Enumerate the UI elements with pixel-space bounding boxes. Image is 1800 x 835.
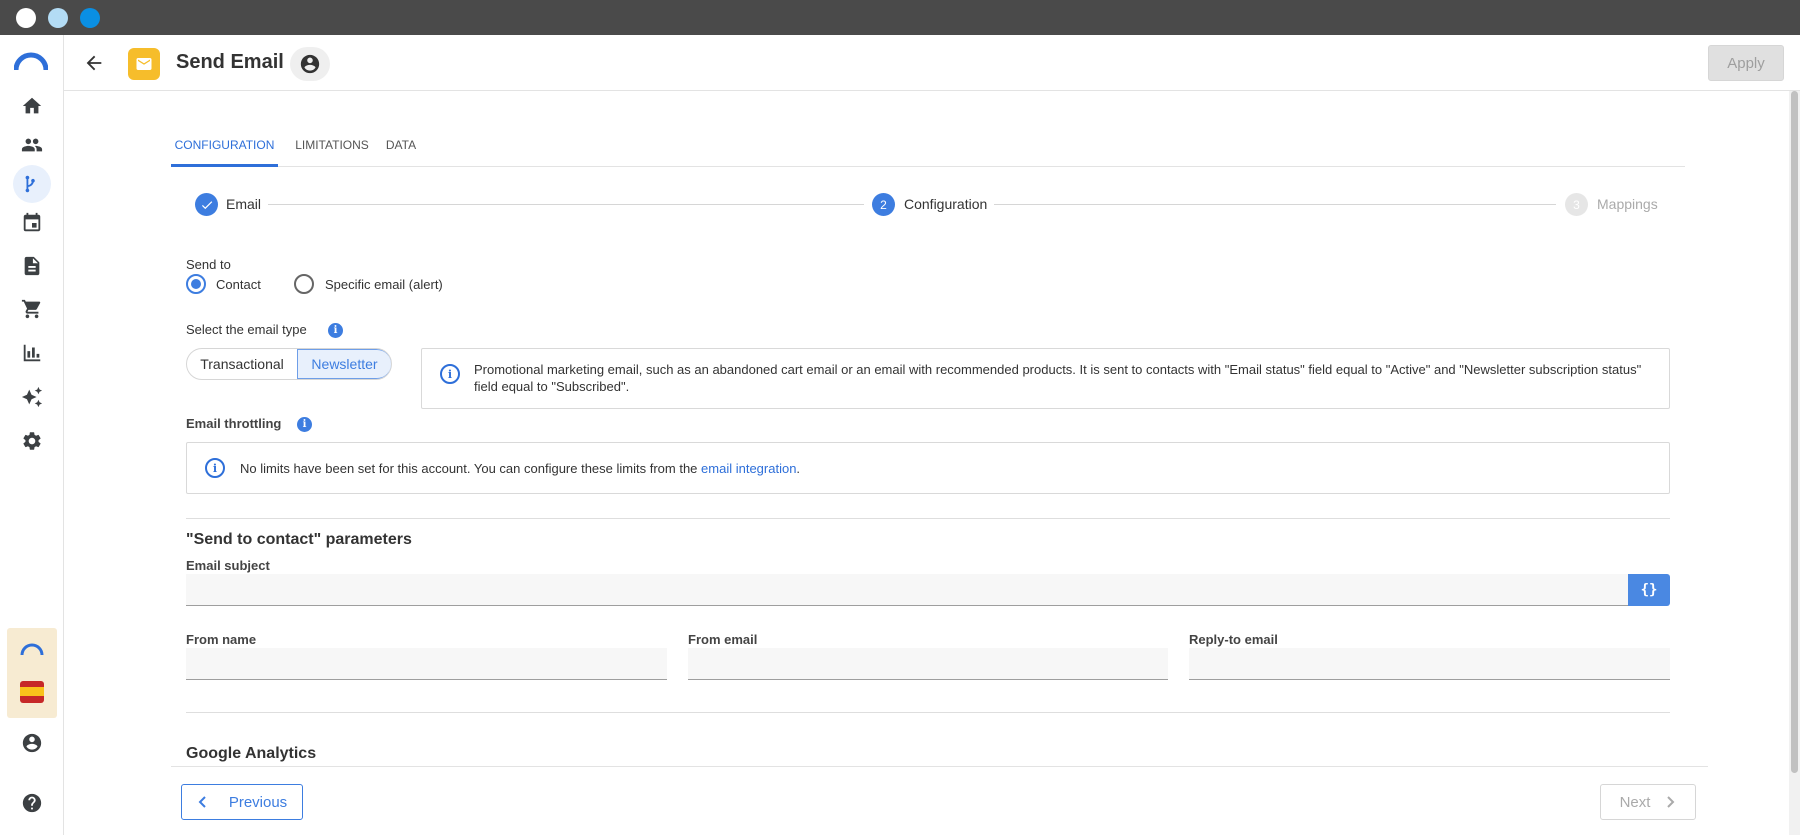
radio-contact-label[interactable]: Contact — [216, 277, 261, 292]
people-icon[interactable] — [20, 133, 44, 157]
from-name-input[interactable] — [186, 648, 667, 680]
send-to-label: Send to — [186, 257, 231, 272]
reply-to-email-input[interactable] — [1189, 648, 1670, 680]
footer-divider — [171, 766, 1708, 767]
throttling-info-icon[interactable]: i — [297, 417, 312, 432]
workflow-icon[interactable] — [13, 165, 51, 203]
window-close-dot[interactable] — [16, 8, 36, 28]
tab-limitations[interactable]: LIMITATIONS — [287, 128, 377, 167]
sidebar — [0, 35, 64, 835]
email-type-label: Select the email type — [186, 322, 307, 337]
step-mappings-circle: 3 — [1565, 193, 1588, 216]
throttling-info-text: No limits have been set for this account… — [240, 460, 800, 477]
previous-button-label: Previous — [228, 793, 288, 811]
chart-icon[interactable] — [20, 341, 44, 365]
account-logo-icon — [20, 643, 44, 656]
sparkle-icon[interactable] — [20, 385, 44, 409]
send-to-contact-params-title: "Send to contact" parameters — [186, 531, 412, 548]
check-icon — [201, 200, 212, 209]
window-titlebar — [0, 0, 1800, 35]
next-button-label: Next — [1619, 793, 1651, 811]
cart-icon[interactable] — [20, 297, 44, 321]
gear-icon[interactable] — [20, 429, 44, 453]
newsletter-info-box: i Promotional marketing email, such as a… — [421, 348, 1670, 409]
email-type-newsletter[interactable]: Newsletter — [297, 349, 391, 379]
calendar-icon[interactable] — [20, 211, 44, 235]
brand-logo-icon[interactable] — [14, 50, 48, 72]
scrollbar[interactable] — [1789, 91, 1800, 835]
insert-variable-button[interactable]: {} — [1628, 574, 1670, 606]
email-subject-label: Email subject — [186, 558, 270, 573]
throttling-info-message: No limits have been set for this account… — [240, 461, 698, 476]
newsletter-info-text: Promotional marketing email, such as an … — [474, 362, 1642, 394]
throttling-info-box: i No limits have been set for this accou… — [186, 442, 1670, 494]
home-icon[interactable] — [20, 94, 44, 118]
back-button[interactable] — [81, 50, 107, 76]
radio-contact[interactable] — [186, 274, 206, 294]
tab-configuration[interactable]: CONFIGURATION — [171, 128, 278, 167]
step-configuration-label[interactable]: Configuration — [904, 196, 987, 212]
reply-to-email-label: Reply-to email — [1189, 632, 1278, 647]
step-email-label[interactable]: Email — [226, 196, 261, 212]
next-button[interactable]: Next — [1600, 784, 1696, 820]
step-email-done-circle[interactable] — [195, 193, 218, 216]
step-mappings-label: Mappings — [1597, 196, 1658, 212]
window-maximize-dot[interactable] — [80, 8, 100, 28]
email-type-info-icon[interactable]: i — [328, 323, 343, 338]
account-switcher[interactable] — [7, 628, 57, 718]
from-name-label: From name — [186, 632, 257, 647]
email-type-transactional[interactable]: Transactional — [187, 349, 297, 379]
section-divider — [186, 518, 1670, 519]
throttling-info-suffix: . — [796, 461, 801, 476]
user-chip[interactable] — [290, 47, 330, 81]
section-divider — [186, 712, 1670, 713]
page-title: Send Email — [176, 51, 284, 73]
apply-button[interactable]: Apply — [1708, 45, 1784, 81]
info-icon: i — [205, 458, 225, 478]
arrow-back-icon — [86, 55, 102, 71]
tab-bar: CONFIGURATION LIMITATIONS DATA — [171, 128, 1685, 167]
window-minimize-dot[interactable] — [48, 8, 68, 28]
document-icon[interactable] — [20, 254, 44, 278]
radio-specific-email[interactable] — [294, 274, 314, 294]
tab-data[interactable]: DATA — [377, 128, 425, 167]
from-email-input[interactable] — [688, 648, 1168, 680]
chevron-left-icon — [198, 796, 206, 808]
page-header: Send Email Apply — [64, 35, 1800, 91]
scrollbar-thumb[interactable] — [1791, 91, 1798, 773]
step-configuration-circle[interactable]: 2 — [872, 193, 895, 216]
stepper-line — [268, 204, 864, 205]
email-subject-input[interactable] — [186, 574, 1628, 606]
throttling-label: Email throttling — [186, 416, 282, 431]
mail-icon — [128, 48, 160, 80]
email-type-toggle: Transactional Newsletter — [186, 348, 392, 380]
account-circle-icon — [300, 54, 320, 74]
from-email-label: From email — [688, 632, 758, 647]
radio-specific-email-label[interactable]: Specific email (alert) — [325, 277, 443, 292]
chevron-right-icon — [1667, 796, 1675, 808]
google-analytics-title: Google Analytics — [186, 745, 317, 762]
info-icon: i — [440, 364, 460, 384]
help-icon[interactable] — [20, 791, 44, 815]
previous-button[interactable]: Previous — [181, 784, 303, 820]
spain-flag-icon — [20, 681, 44, 703]
account-icon[interactable] — [20, 731, 44, 755]
stepper-line — [994, 204, 1556, 205]
email-integration-link[interactable]: email integration — [701, 461, 796, 476]
